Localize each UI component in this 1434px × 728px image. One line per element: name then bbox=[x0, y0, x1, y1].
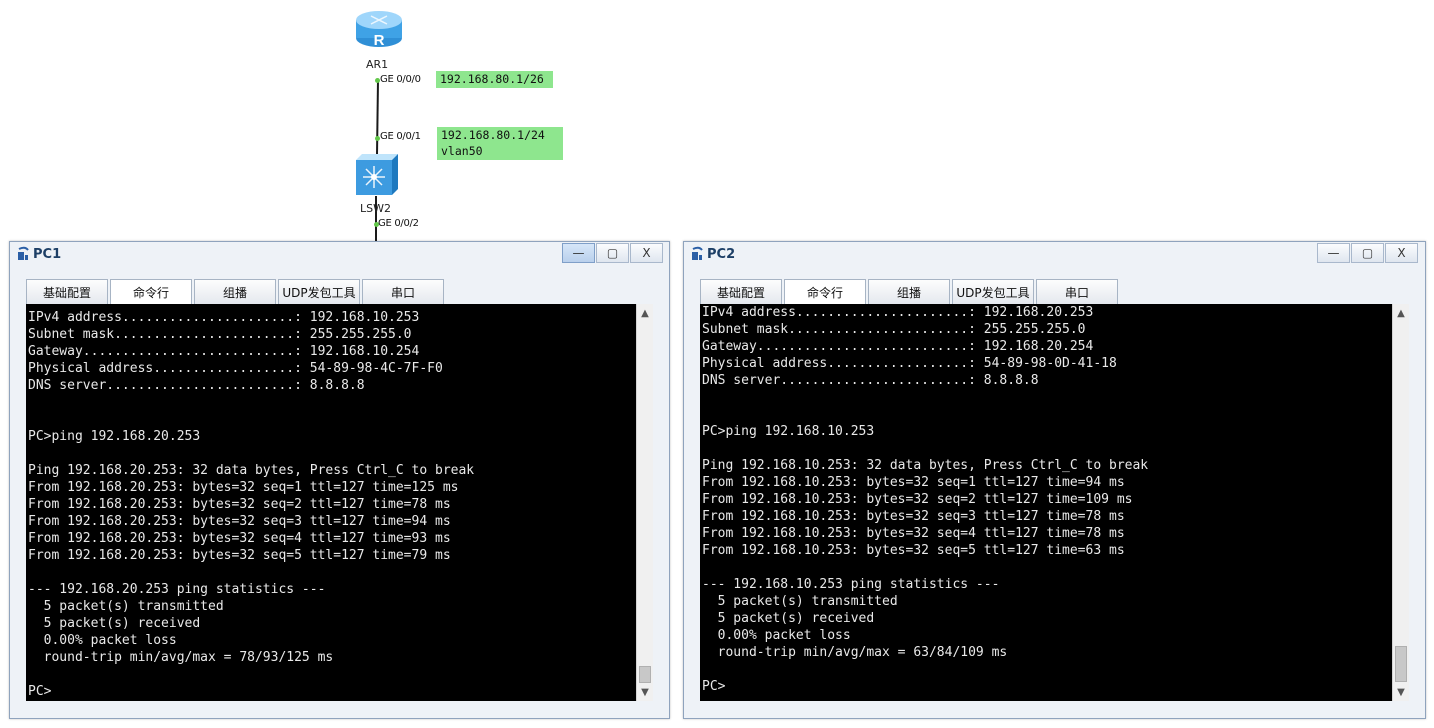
pc2-scroll-up-icon[interactable]: ▲ bbox=[1393, 305, 1409, 321]
terminal-line: 0.00% packet loss bbox=[28, 633, 177, 648]
pc2-close-button[interactable]: X bbox=[1385, 243, 1418, 263]
pc1-tabbar: 基础配置 命令行 组播 UDP发包工具 串口 bbox=[26, 279, 446, 304]
terminal-line: From 192.168.10.253: bytes=32 seq=4 ttl=… bbox=[702, 526, 1125, 541]
terminal-line: Gateway...........................: 192.… bbox=[702, 339, 1094, 354]
pc2-terminal[interactable]: IPv4 address......................: 192.… bbox=[700, 304, 1392, 701]
terminal-line: From 192.168.20.253: bytes=32 seq=1 ttl=… bbox=[28, 480, 459, 495]
terminal-line: Subnet mask.......................: 255.… bbox=[702, 322, 1086, 337]
pc2-scrollbar[interactable]: ▲ ▼ bbox=[1392, 304, 1409, 701]
terminal-line: PC>ping 192.168.10.253 bbox=[702, 424, 875, 439]
ip-note-lsw2[interactable]: 192.168.80.1/24 vlan50 bbox=[437, 127, 563, 160]
pc2-tabbar: 基础配置 命令行 组播 UDP发包工具 串口 bbox=[700, 279, 1120, 304]
router-icon-letter: R bbox=[374, 32, 385, 49]
pc2-scroll-down-icon[interactable]: ▼ bbox=[1393, 684, 1409, 700]
pc1-terminal[interactable]: IPv4 address......................: 192.… bbox=[26, 304, 636, 701]
terminal-line: Ping 192.168.10.253: 32 data bytes, Pres… bbox=[702, 458, 1149, 473]
pc1-tab-serial[interactable]: 串口 bbox=[362, 279, 444, 304]
pc1-scrollbar[interactable]: ▲ ▼ bbox=[636, 304, 653, 701]
pc1-scroll-thumb[interactable] bbox=[639, 666, 651, 683]
terminal-line: 5 packet(s) transmitted bbox=[702, 594, 898, 609]
pc-app-icon bbox=[692, 246, 703, 260]
terminal-line: 5 packet(s) transmitted bbox=[28, 599, 224, 614]
topology-canvas: R bbox=[356, 11, 402, 245]
terminal-line: Ping 192.168.20.253: 32 data bytes, Pres… bbox=[28, 463, 475, 478]
terminal-line: 5 packet(s) received bbox=[28, 616, 201, 631]
pc2-tab-serial[interactable]: 串口 bbox=[1036, 279, 1118, 304]
pc2-maximize-button[interactable]: ▢ bbox=[1351, 243, 1384, 263]
link-ar1-lsw2[interactable] bbox=[376, 79, 379, 156]
terminal-line: From 192.168.10.253: bytes=32 seq=5 ttl=… bbox=[702, 543, 1125, 558]
terminal-line: From 192.168.10.253: bytes=32 seq=2 ttl=… bbox=[702, 492, 1133, 507]
pc2-titlebar[interactable]: PC2 bbox=[690, 246, 735, 262]
pc2-tab-basic-config[interactable]: 基础配置 bbox=[700, 279, 782, 304]
terminal-line: 0.00% packet loss bbox=[702, 628, 851, 643]
terminal-line: IPv4 address......................: 192.… bbox=[28, 310, 420, 325]
terminal-line: From 192.168.20.253: bytes=32 seq=5 ttl=… bbox=[28, 548, 451, 563]
pc2-scroll-thumb[interactable] bbox=[1395, 646, 1407, 682]
terminal-line: IPv4 address......................: 192.… bbox=[702, 305, 1094, 320]
terminal-line: Subnet mask.......................: 255.… bbox=[28, 327, 412, 342]
pc1-maximize-button[interactable]: ▢ bbox=[596, 243, 629, 263]
pc1-terminal-output: IPv4 address......................: 192.… bbox=[28, 309, 474, 700]
pc1-close-button[interactable]: X bbox=[630, 243, 663, 263]
ip-note-ar1[interactable]: 192.168.80.1/26 bbox=[436, 71, 553, 88]
terminal-line: round-trip min/avg/max = 63/84/109 ms bbox=[702, 645, 1008, 660]
terminal-line: From 192.168.20.253: bytes=32 seq=4 ttl=… bbox=[28, 531, 451, 546]
port-label-lsw2-ge002: GE 0/0/2 bbox=[378, 218, 419, 229]
pc1-scroll-up-icon[interactable]: ▲ bbox=[637, 305, 653, 321]
switch-icon[interactable] bbox=[356, 154, 398, 195]
terminal-line: Physical address..................: 54-8… bbox=[702, 356, 1117, 371]
pc2-tab-command-line[interactable]: 命令行 bbox=[784, 279, 866, 304]
pc1-tab-udp-tool[interactable]: UDP发包工具 bbox=[278, 279, 360, 304]
pc1-minimize-button[interactable]: — bbox=[562, 243, 595, 263]
pc2-tab-multicast[interactable]: 组播 bbox=[868, 279, 950, 304]
pc1-tab-multicast[interactable]: 组播 bbox=[194, 279, 276, 304]
ip-note-lsw2-vlan: vlan50 bbox=[441, 144, 483, 158]
switch-label: LSW2 bbox=[360, 202, 391, 215]
pc1-window[interactable]: PC1 — ▢ X 基础配置 命令行 组播 UDP发包工具 串口 IPv4 ad… bbox=[9, 241, 670, 719]
pc1-title: PC1 bbox=[33, 246, 62, 262]
terminal-line: --- 192.168.10.253 ping statistics --- bbox=[702, 577, 1000, 592]
terminal-line: DNS server........................: 8.8.… bbox=[702, 373, 1039, 388]
pc-app-icon bbox=[18, 246, 29, 260]
port-label-lsw2-ge001: GE 0/0/1 bbox=[380, 131, 421, 142]
terminal-line: From 192.168.10.253: bytes=32 seq=1 ttl=… bbox=[702, 475, 1125, 490]
terminal-line: From 192.168.10.253: bytes=32 seq=3 ttl=… bbox=[702, 509, 1125, 524]
terminal-line: From 192.168.20.253: bytes=32 seq=3 ttl=… bbox=[28, 514, 451, 529]
terminal-line: 5 packet(s) received bbox=[702, 611, 875, 626]
pc2-tab-udp-tool[interactable]: UDP发包工具 bbox=[952, 279, 1034, 304]
pc1-tab-basic-config[interactable]: 基础配置 bbox=[26, 279, 108, 304]
terminal-line: PC> bbox=[702, 679, 726, 694]
terminal-line: round-trip min/avg/max = 78/93/125 ms bbox=[28, 650, 334, 665]
pc2-window[interactable]: PC2 — ▢ X 基础配置 命令行 组播 UDP发包工具 串口 IPv4 ad… bbox=[683, 241, 1426, 719]
pc1-titlebar[interactable]: PC1 bbox=[16, 246, 61, 262]
terminal-line: DNS server........................: 8.8.… bbox=[28, 378, 365, 393]
terminal-line: Physical address..................: 54-8… bbox=[28, 361, 443, 376]
terminal-line: PC>ping 192.168.20.253 bbox=[28, 429, 201, 444]
terminal-line: PC> bbox=[28, 684, 52, 699]
terminal-line: Gateway...........................: 192.… bbox=[28, 344, 420, 359]
pc2-minimize-button[interactable]: — bbox=[1317, 243, 1350, 263]
terminal-line: --- 192.168.20.253 ping statistics --- bbox=[28, 582, 326, 597]
pc2-terminal-output: IPv4 address......................: 192.… bbox=[702, 304, 1148, 695]
pc1-scroll-down-icon[interactable]: ▼ bbox=[637, 684, 653, 700]
pc2-title: PC2 bbox=[707, 246, 736, 262]
pc1-tab-command-line[interactable]: 命令行 bbox=[110, 279, 192, 304]
router-label: AR1 bbox=[366, 58, 389, 71]
port-label-ar1-ge000: GE 0/0/0 bbox=[380, 74, 421, 85]
terminal-line: From 192.168.20.253: bytes=32 seq=2 ttl=… bbox=[28, 497, 451, 512]
ip-note-lsw2-ip: 192.168.80.1/24 bbox=[441, 128, 545, 142]
